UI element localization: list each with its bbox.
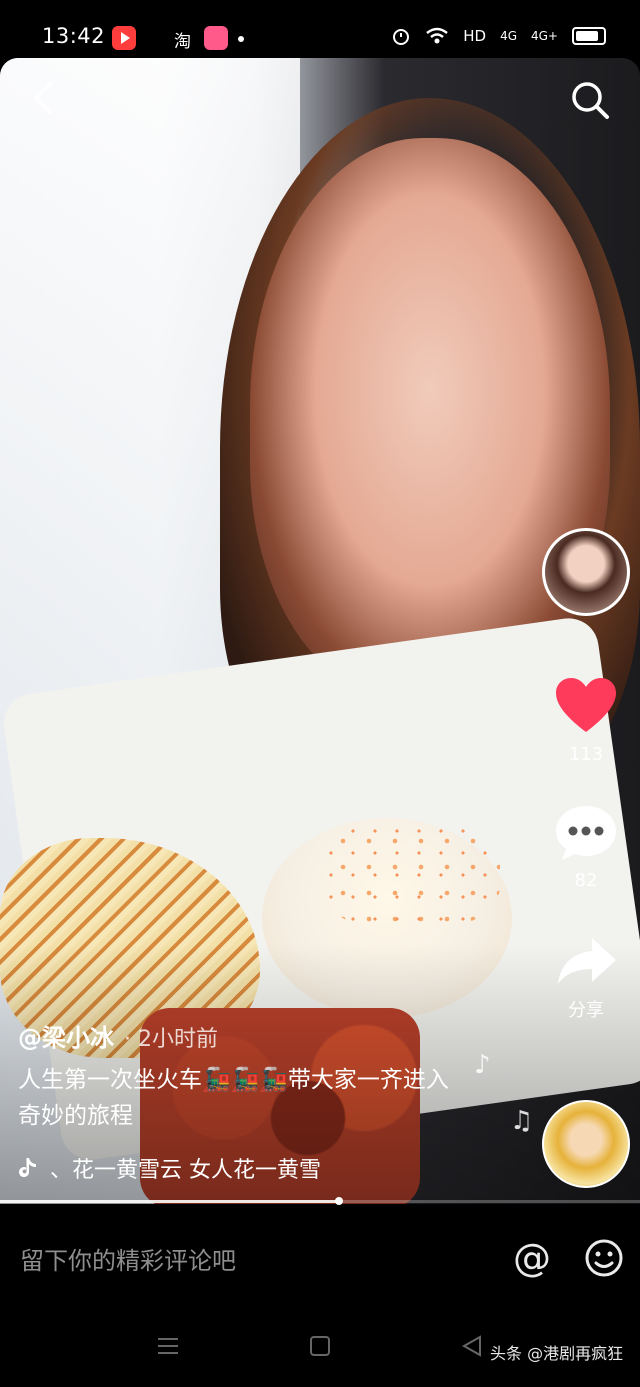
notification-dot-icon xyxy=(238,36,244,42)
video-person-face xyxy=(250,138,610,698)
comment-bar: 留下你的精彩评论吧 @ xyxy=(0,1206,640,1306)
status-time: 13:42 xyxy=(42,24,106,48)
heart-icon xyxy=(556,678,616,732)
like-button[interactable]: 113 xyxy=(548,676,624,765)
tiktok-note-icon xyxy=(19,1158,36,1178)
back-button[interactable] xyxy=(26,80,62,116)
smiley-icon xyxy=(585,1239,623,1277)
battery-icon xyxy=(572,27,606,45)
food-carrots xyxy=(320,820,500,930)
comment-input[interactable]: 留下你的精彩评论吧 xyxy=(20,1241,236,1276)
comment-bubble-icon xyxy=(556,806,616,860)
post-time: · 2小时前 xyxy=(124,1027,218,1052)
menu-icon[interactable] xyxy=(156,1334,180,1358)
like-count: 113 xyxy=(568,744,604,765)
share-button[interactable]: 分享 xyxy=(548,934,624,1022)
share-label: 分享 xyxy=(568,1000,604,1021)
wifi-icon xyxy=(426,27,448,44)
emoji-button[interactable] xyxy=(584,1238,624,1278)
signal-4g-icon: 4G xyxy=(500,29,517,43)
status-bar: 13:42 淘 HD 4G 4G+ xyxy=(0,0,640,58)
network-label: HD xyxy=(463,27,487,45)
author-avatar[interactable] xyxy=(542,528,630,616)
music-disc[interactable] xyxy=(542,1100,630,1188)
alarm-icon xyxy=(393,29,410,45)
search-icon xyxy=(572,82,609,119)
video-progress-bar[interactable] xyxy=(0,1197,640,1205)
shop-app-icon xyxy=(204,26,228,50)
home-icon[interactable] xyxy=(308,1334,332,1358)
music-info[interactable]: 、花一黄雪云 女人花一黄雪 xyxy=(18,1152,321,1184)
taobao-icon: 淘 xyxy=(174,32,191,52)
share-arrow-icon xyxy=(558,938,616,984)
author-name[interactable]: @梁小冰 · 2小时前 xyxy=(18,1018,218,1053)
video-app-icon xyxy=(112,26,136,50)
music-note-icon: ♫ xyxy=(510,1106,534,1136)
comment-count: 82 xyxy=(574,870,598,891)
chevron-left-icon xyxy=(34,82,52,114)
comment-button[interactable]: 82 xyxy=(548,804,624,891)
music-note-icon: ♪ xyxy=(474,1050,491,1080)
author-handle[interactable]: @梁小冰 xyxy=(18,1024,114,1052)
post-caption: 人生第一次坐火车🚂🚂🚂带大家一齐进入奇妙的旅程 xyxy=(18,1067,449,1129)
mention-button[interactable]: @ xyxy=(510,1236,554,1280)
music-title: 、花一黄雪云 女人花一黄雪 xyxy=(50,1158,321,1183)
back-triangle-icon[interactable] xyxy=(460,1334,484,1358)
watermark: 头条 @港剧再疯狂 xyxy=(490,1344,624,1363)
progress-fill xyxy=(0,1200,340,1203)
signal-4g-plus-icon: 4G+ xyxy=(531,29,558,43)
search-button[interactable] xyxy=(568,78,612,122)
